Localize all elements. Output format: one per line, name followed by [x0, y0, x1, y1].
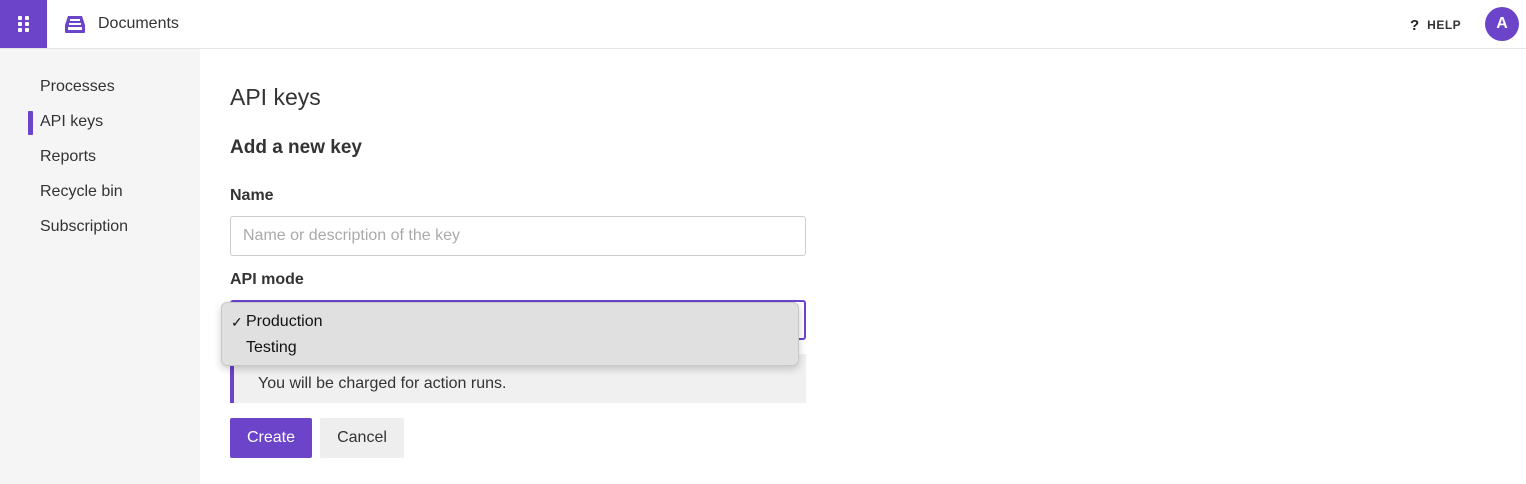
- option-label: Testing: [246, 339, 297, 356]
- create-button[interactable]: Create: [230, 418, 312, 458]
- info-text: You will be charged for action runs.: [258, 375, 507, 392]
- name-label: Name: [230, 187, 274, 204]
- help-label: HELP: [1427, 18, 1462, 32]
- sidebar-item-subscription[interactable]: Subscription: [40, 215, 128, 239]
- sidebar-item-api-keys[interactable]: API keys: [40, 110, 103, 134]
- cancel-button[interactable]: Cancel: [320, 418, 404, 458]
- app-title: Documents: [98, 15, 179, 32]
- dropdown-option-production[interactable]: ✓ Production: [222, 309, 798, 335]
- main-content: API keys Add a new key Name API mode You…: [200, 49, 1526, 484]
- option-label: Production: [246, 313, 323, 330]
- active-indicator: [28, 111, 33, 135]
- api-mode-dropdown-menu: ✓ Production Testing: [221, 302, 799, 366]
- form-title: Add a new key: [230, 137, 362, 158]
- question-mark-icon: ?: [1410, 16, 1420, 34]
- name-input[interactable]: [230, 216, 806, 256]
- checkmark-icon: ✓: [231, 314, 243, 330]
- user-avatar[interactable]: A: [1485, 7, 1519, 41]
- sidebar-item-processes[interactable]: Processes: [40, 75, 115, 99]
- help-button[interactable]: ? HELP: [1410, 16, 1461, 34]
- api-mode-label: API mode: [230, 271, 304, 288]
- sidebar-item-recycle-bin[interactable]: Recycle bin: [40, 180, 123, 204]
- top-bar: Documents ? HELP A: [0, 0, 1526, 49]
- documents-tray-icon: [65, 16, 85, 33]
- sidebar-item-reports[interactable]: Reports: [40, 145, 96, 169]
- dropdown-option-testing[interactable]: Testing: [222, 335, 798, 361]
- grid-icon: [18, 16, 22, 20]
- app-launcher-button[interactable]: [0, 0, 47, 48]
- sidebar: Processes API keys Reports Recycle bin S…: [0, 49, 200, 484]
- page-title: API keys: [230, 84, 321, 110]
